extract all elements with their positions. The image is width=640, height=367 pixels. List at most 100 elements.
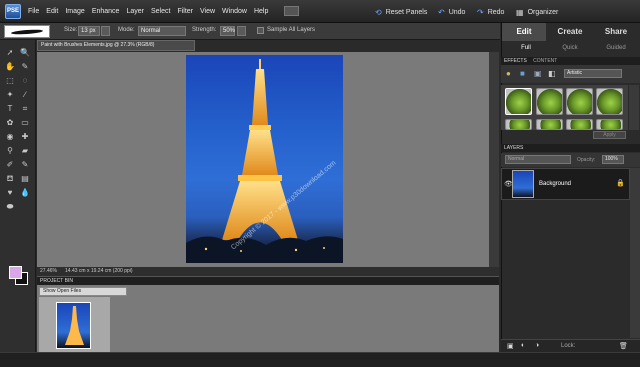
menu-view[interactable]: View — [200, 8, 215, 15]
selection-brush-tool-icon[interactable]: ∕ — [20, 90, 30, 100]
new-fill-layer-icon[interactable]: ◐ — [521, 342, 525, 349]
menu-bar: PSE File Edit Image Enhance Layer Select… — [0, 0, 640, 23]
menu-help[interactable]: Help — [254, 8, 268, 15]
layout-button[interactable] — [284, 6, 299, 16]
filters-icon[interactable]: ● — [506, 69, 511, 78]
tab-effects[interactable]: EFFECTS — [504, 58, 527, 64]
size-field[interactable]: 13 px — [78, 26, 100, 36]
tab-content[interactable]: CONTENT — [533, 58, 557, 64]
lasso-tool-icon[interactable]: ◌ — [20, 76, 30, 86]
thumbnail-tower-illustration — [65, 306, 84, 345]
healing-brush-tool-icon[interactable]: ✚ — [20, 132, 30, 142]
tab-create[interactable]: Create — [548, 23, 592, 41]
paint-bucket-tool-icon[interactable]: ⛾ — [5, 174, 15, 184]
layer-mask-icon[interactable]: ◑ — [535, 342, 539, 349]
document-tab[interactable]: Paint with Brushes Elements.jpg @ 27.3% … — [37, 40, 195, 51]
tool-options-bar: Size: 13 px Mode: Normal Strength: 50% S… — [0, 23, 500, 40]
tab-share[interactable]: Share — [594, 23, 638, 41]
redo-button[interactable]: ↷ Redo — [477, 6, 504, 18]
effect-thumb-6[interactable] — [536, 119, 563, 130]
menu-select[interactable]: Select — [151, 8, 170, 15]
effect-thumb-5[interactable] — [505, 119, 532, 130]
mode-label: Mode: — [118, 27, 135, 33]
effect-thumb-8[interactable] — [596, 119, 623, 130]
eiffel-tower-illustration — [186, 59, 343, 263]
smart-brush-tool-icon[interactable]: ✎ — [20, 160, 30, 170]
effect-thumb-3[interactable] — [566, 88, 593, 115]
brush-tool-icon[interactable]: ✐ — [5, 160, 15, 170]
blend-mode-select[interactable]: Normal — [505, 155, 571, 164]
subtab-quick[interactable]: Quick — [550, 43, 590, 53]
menu-list: File Edit Image Enhance Layer Select Fil… — [28, 0, 275, 23]
tab-edit[interactable]: Edit — [502, 23, 546, 41]
effects-category-select[interactable]: Artistic — [564, 69, 622, 78]
brush-preview[interactable] — [4, 25, 50, 38]
effect-thumb-4[interactable] — [596, 88, 623, 115]
zoom-tool-icon[interactable]: 🔍 — [20, 48, 30, 58]
mode-select[interactable]: Normal — [138, 26, 186, 36]
menu-layer[interactable]: Layer — [126, 8, 144, 15]
menu-file[interactable]: File — [28, 8, 39, 15]
red-eye-tool-icon[interactable]: ◉ — [5, 132, 15, 142]
layer-thumbnail — [512, 170, 534, 198]
redo-icon: ↷ — [477, 7, 484, 17]
reset-panels-button[interactable]: ⟲ Reset Panels — [375, 6, 427, 18]
crop-tool-icon[interactable]: ⌗ — [20, 104, 30, 114]
strength-field[interactable]: 50% — [220, 26, 235, 36]
menu-edit[interactable]: Edit — [46, 8, 58, 15]
sponge-tool-icon[interactable]: ⬬ — [5, 202, 15, 212]
straighten-tool-icon[interactable]: ▭ — [20, 118, 30, 128]
strength-label: Strength: — [192, 27, 217, 33]
shape-tool-icon[interactable]: ♥ — [5, 188, 15, 198]
new-layer-icon[interactable]: ▣ — [507, 342, 514, 350]
show-all-icon[interactable]: ◧ — [548, 69, 556, 78]
layer-styles-icon[interactable]: ■ — [520, 69, 525, 78]
sample-all-layers-label: Sample All Layers — [267, 27, 316, 33]
apply-button[interactable]: Apply — [593, 131, 626, 139]
menu-filter[interactable]: Filter — [177, 8, 193, 15]
subtab-full[interactable]: Full — [506, 43, 546, 53]
effects-thumbnail-grid — [501, 85, 628, 130]
photo-eiffel-tower — [186, 55, 343, 263]
app-logo: PSE — [5, 4, 21, 19]
menu-enhance[interactable]: Enhance — [92, 8, 120, 15]
status-bar: 27.46% 14.43 cm x 19.24 cm (200 ppi) — [37, 267, 499, 276]
hand-tool-icon[interactable]: ✋ — [5, 62, 15, 72]
canvas-vertical-scrollbar[interactable] — [489, 52, 499, 267]
effect-thumb-1[interactable] — [505, 88, 532, 115]
menu-image[interactable]: Image — [65, 8, 84, 15]
menu-window[interactable]: Window — [222, 8, 247, 15]
bottom-bar — [0, 352, 640, 367]
text-tool-icon[interactable]: T — [5, 104, 15, 114]
subtab-guided[interactable]: Guided — [594, 43, 638, 53]
blur-tool-icon[interactable]: 💧 — [20, 188, 30, 198]
opacity-label: Opacity: — [577, 157, 596, 163]
size-dropdown[interactable] — [101, 26, 110, 36]
undo-button[interactable]: ↶ Undo — [438, 6, 465, 18]
effects-scrollbar[interactable] — [629, 85, 639, 130]
document-size-info: 14.43 cm x 19.24 cm (200 ppi) — [65, 268, 133, 274]
magic-wand-tool-icon[interactable]: ✦ — [5, 90, 15, 100]
sample-all-layers-checkbox[interactable] — [257, 27, 264, 34]
gradient-tool-icon[interactable]: ▤ — [20, 174, 30, 184]
organizer-button[interactable]: ▦ Organizer — [516, 6, 558, 18]
show-open-files-select[interactable]: Show Open Files — [39, 287, 127, 296]
clone-stamp-tool-icon[interactable]: ⚲ — [5, 146, 15, 156]
photo-effects-icon[interactable]: ▣ — [534, 69, 542, 78]
foreground-color-swatch[interactable] — [9, 266, 22, 279]
strength-dropdown[interactable] — [237, 26, 246, 36]
cookie-cutter-tool-icon[interactable]: ✿ — [5, 118, 15, 128]
layers-scrollbar[interactable] — [630, 168, 640, 338]
opacity-field[interactable]: 100% — [602, 155, 624, 164]
eyedropper-tool-icon[interactable]: ✎ — [20, 62, 30, 72]
marquee-tool-icon[interactable]: ⬚ — [5, 76, 15, 86]
trash-icon[interactable]: 🗑 — [619, 342, 628, 350]
lock-icon: 🔒 — [616, 180, 625, 187]
effect-thumb-7[interactable] — [566, 119, 593, 130]
effect-thumb-2[interactable] — [536, 88, 563, 115]
zoom-level[interactable]: 27.46% — [40, 267, 57, 276]
bin-thumbnail-image[interactable] — [56, 302, 91, 349]
size-label: Size: — [64, 27, 78, 33]
move-tool-icon[interactable]: ➚ — [5, 48, 15, 58]
eraser-tool-icon[interactable]: ▰ — [20, 146, 30, 156]
